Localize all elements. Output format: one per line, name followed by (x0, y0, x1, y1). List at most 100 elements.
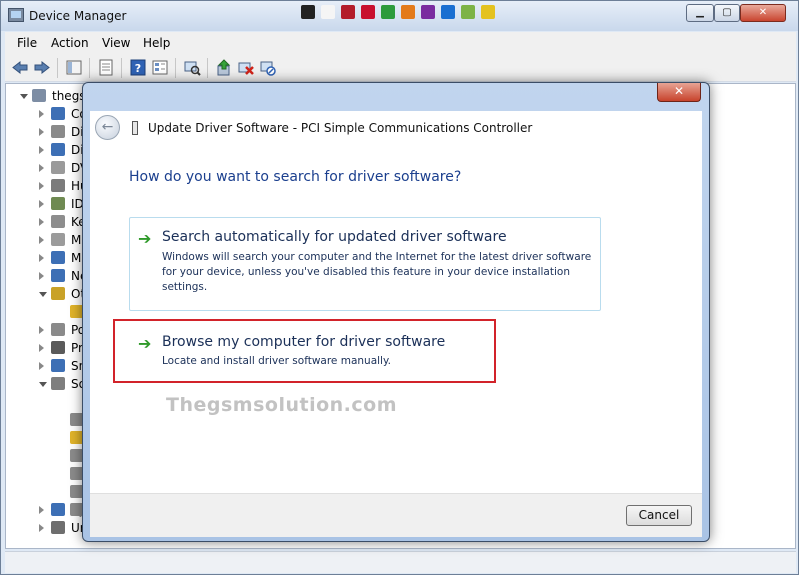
option-title: Browse my computer for driver software (162, 334, 446, 350)
menu-bar: File Action View Help (5, 32, 796, 54)
properties-button[interactable] (97, 59, 115, 76)
color-swatch (341, 5, 355, 19)
toolbar-separator (121, 58, 122, 78)
search-automatically-option[interactable]: ➔ Search automatically for updated drive… (129, 217, 601, 311)
menu-action[interactable]: Action (51, 36, 89, 50)
expand-arrow-icon[interactable] (39, 164, 44, 172)
scan-hardware-icon (184, 61, 201, 76)
dialog-close-button[interactable]: ✕ (657, 83, 701, 102)
svg-text:?: ? (135, 62, 141, 75)
dialog-body: How do you want to search for driver sof… (90, 145, 702, 493)
window-title: Device Manager (29, 9, 127, 23)
background-color-strip (301, 1, 671, 31)
expand-arrow-icon[interactable] (20, 94, 28, 99)
expand-arrow-icon[interactable] (39, 182, 44, 190)
expand-arrow-icon[interactable] (39, 524, 44, 532)
expand-arrow-icon[interactable] (39, 218, 44, 226)
hid-icon (51, 179, 65, 192)
uninstall-icon (238, 62, 254, 75)
expand-arrow-icon[interactable] (39, 362, 44, 370)
update-driver-button[interactable] (215, 59, 233, 76)
close-icon: ✕ (758, 7, 768, 18)
sound-icon (51, 377, 65, 390)
disable-button[interactable] (259, 59, 277, 76)
option-description-line: settings. (162, 281, 208, 293)
keyboard-icon (51, 215, 65, 228)
network-adapter-icon (51, 269, 65, 282)
forward-button[interactable] (33, 59, 51, 76)
usb-controller-icon (51, 521, 65, 534)
color-swatch (321, 5, 335, 19)
expand-arrow-icon[interactable] (39, 254, 44, 262)
option-title: Search automatically for updated driver … (162, 229, 507, 245)
expand-arrow-icon[interactable] (39, 382, 47, 387)
option-description: Windows will search your computer and th… (162, 250, 602, 295)
other-devices-icon (51, 287, 65, 300)
maximize-icon: ▢ (722, 7, 732, 18)
dialog-question: How do you want to search for driver sof… (129, 169, 462, 185)
back-arrow-icon: ← (101, 119, 114, 135)
toolbar-separator (89, 58, 90, 78)
green-arrow-icon: ➔ (138, 229, 152, 248)
expand-arrow-icon[interactable] (39, 128, 44, 136)
color-swatch (461, 5, 475, 19)
help-icon: ? (130, 59, 146, 76)
close-button[interactable]: ✕ (740, 4, 786, 22)
expand-arrow-icon[interactable] (39, 200, 44, 208)
watermark-text: Thegsmsolution.com (166, 394, 397, 416)
dialog-footer: Cancel (90, 493, 702, 537)
dialog-header: ← Update Driver Software - PCI Simple Co… (90, 111, 702, 145)
computer-icon (32, 89, 46, 102)
color-swatch (381, 5, 395, 19)
green-arrow-icon: ➔ (138, 334, 152, 353)
mouse-icon (51, 233, 65, 246)
uninstall-button[interactable] (237, 59, 255, 76)
color-swatch (441, 5, 455, 19)
browse-my-computer-option[interactable]: ➔ Browse my computer for driver software… (129, 325, 479, 375)
expand-arrow-icon[interactable] (39, 344, 44, 352)
back-button[interactable] (11, 59, 29, 76)
toolbar: ? (5, 54, 796, 82)
expand-arrow-icon[interactable] (39, 272, 44, 280)
color-swatch (481, 5, 495, 19)
maximize-button[interactable]: ▢ (714, 4, 740, 22)
expand-arrow-icon[interactable] (39, 326, 44, 334)
expand-arrow-icon[interactable] (39, 292, 47, 297)
close-icon: ✕ (673, 84, 685, 98)
toolbar-separator (175, 58, 176, 78)
cancel-button[interactable]: Cancel (626, 505, 692, 526)
option-description: Locate and install driver software manua… (162, 355, 392, 367)
view-button[interactable] (151, 59, 169, 76)
toolbar-separator (57, 58, 58, 78)
minimize-icon: ▁ (696, 7, 704, 18)
disk-drive-icon (51, 125, 65, 138)
tree-node-label: M (71, 251, 82, 265)
menu-file[interactable]: File (17, 36, 37, 50)
expand-arrow-icon[interactable] (39, 506, 44, 514)
pci-device-icon (132, 121, 138, 135)
expand-arrow-icon[interactable] (39, 146, 44, 154)
processor-icon (51, 341, 65, 354)
expand-arrow-icon[interactable] (39, 236, 44, 244)
title-bar: Device Manager ▁ ▢ ✕ (1, 1, 798, 31)
menu-help[interactable]: Help (143, 36, 170, 50)
scan-hardware-button[interactable] (183, 59, 201, 76)
menu-view[interactable]: View (102, 36, 130, 50)
view-icon (152, 60, 168, 75)
minimize-button[interactable]: ▁ (686, 4, 714, 22)
monitor-icon (51, 251, 65, 264)
help-button[interactable]: ? (129, 59, 147, 76)
ide-controller-icon (51, 197, 65, 210)
dialog-back-button[interactable]: ← (95, 115, 120, 140)
device-manager-icon (8, 8, 24, 22)
dvd-drive-icon (51, 161, 65, 174)
show-hide-tree-button[interactable] (65, 59, 83, 76)
smart-card-icon (51, 359, 65, 372)
port-icon (51, 323, 65, 336)
update-driver-dialog: ✕ ← Update Driver Software - PCI Simple … (82, 82, 710, 542)
system-devices-icon (51, 503, 65, 516)
color-swatch (361, 5, 375, 19)
update-driver-icon (217, 59, 231, 76)
disable-icon (260, 61, 276, 76)
expand-arrow-icon[interactable] (39, 110, 44, 118)
